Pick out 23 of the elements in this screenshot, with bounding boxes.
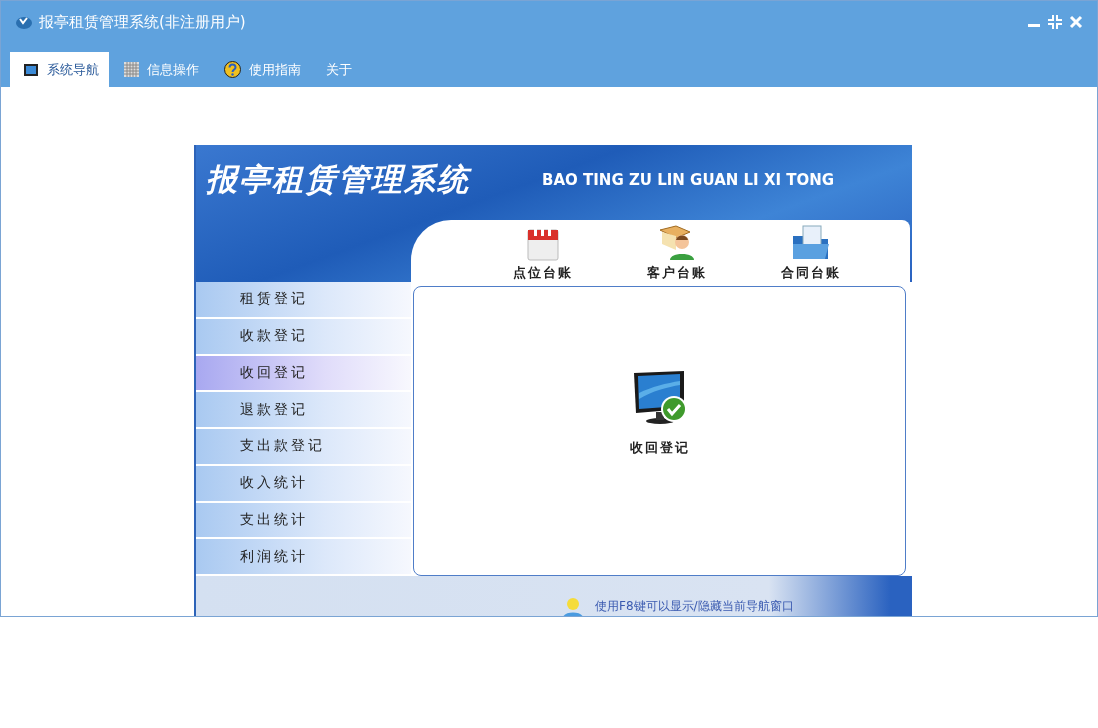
banner-title: 报亭租赁管理系统	[206, 160, 470, 199]
shortcut-label[interactable]: 点位台账	[513, 264, 573, 282]
menu-item[interactable]: 退款登记	[196, 392, 411, 429]
menu-item[interactable]: 利润统计	[196, 539, 411, 576]
grid-icon	[124, 62, 139, 77]
menu-item[interactable]: 支出款登记	[196, 429, 411, 466]
shortcut-label[interactable]: 合同台账	[781, 264, 841, 282]
menu-item[interactable]: 收入统计	[196, 465, 411, 503]
window-title: 报亭租赁管理系统(非注册用户)	[39, 12, 246, 32]
menu-item[interactable]: 租赁登记	[196, 282, 411, 319]
menu-item[interactable]: 收款登记	[196, 318, 411, 356]
menu-item[interactable]: 收回登记	[196, 355, 411, 393]
app-logo-icon	[15, 14, 33, 30]
folder-document-icon	[791, 224, 831, 262]
restore-icon[interactable]	[1048, 15, 1062, 29]
content-title: 收回登记	[629, 439, 690, 457]
close-icon[interactable]	[1069, 15, 1083, 29]
shortcut-label[interactable]: 客户台账	[647, 264, 707, 282]
help-icon	[224, 61, 241, 78]
hint-text: 使用F8键可以显示/隐藏当前导航窗口	[595, 598, 794, 615]
banner-subtitle: BAO TING ZU LIN GUAN LI XI TONG	[542, 171, 835, 189]
monitor-icon	[23, 62, 39, 77]
menu-item[interactable]: 支出统计	[196, 502, 411, 540]
